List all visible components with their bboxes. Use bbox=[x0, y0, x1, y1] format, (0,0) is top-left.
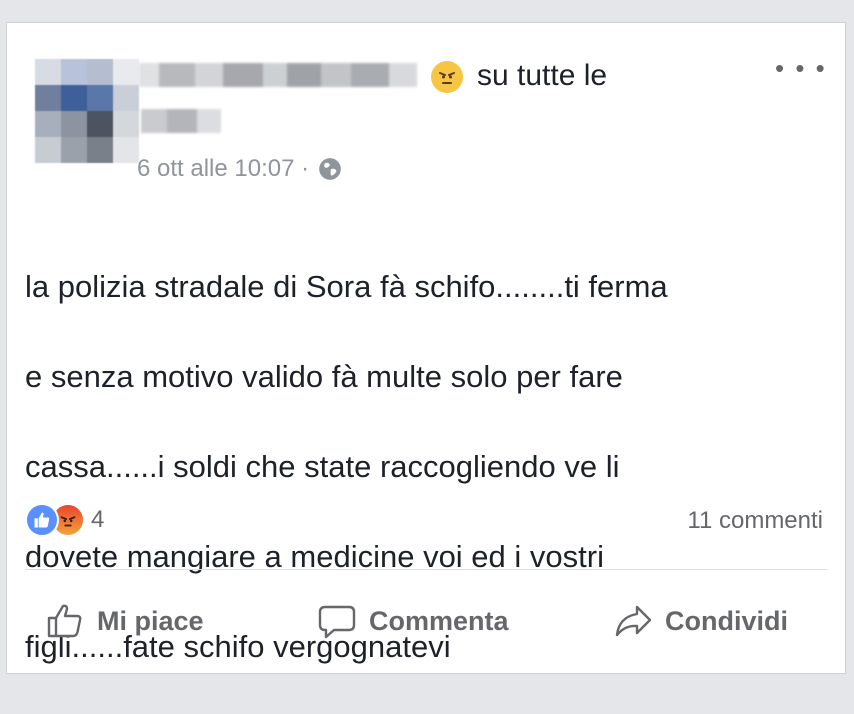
globe-icon bbox=[319, 158, 341, 180]
comment-label: Commenta bbox=[369, 605, 509, 636]
share-arrow-icon bbox=[615, 605, 652, 637]
comments-count[interactable]: 11 commenti bbox=[687, 507, 823, 535]
post-body-line: cassa......i soldi che state raccogliend… bbox=[25, 449, 620, 484]
feeling-text: su tutte le bbox=[477, 59, 608, 92]
comment-button[interactable]: Commenta bbox=[317, 601, 509, 641]
angry-feeling-icon bbox=[431, 61, 463, 93]
author-name-blurred[interactable] bbox=[139, 63, 417, 87]
post-body-line: la polizia stradale di Sora fà schifo...… bbox=[25, 269, 668, 304]
share-label: Condividi bbox=[665, 605, 788, 636]
post-meta: 6 ott alle 10:07 · bbox=[137, 155, 343, 183]
post-body-line: dovete mangiare a medicine voi ed i vost… bbox=[25, 539, 604, 574]
more-options-icon[interactable]: • • • bbox=[775, 53, 827, 84]
action-bar: Mi piace Commenta Condividi bbox=[7, 601, 845, 651]
post-body-line: e senza motivo valido fà multe solo per … bbox=[25, 359, 623, 394]
timestamp[interactable]: 6 ott alle 10:07 · bbox=[137, 155, 309, 183]
post-card: su tutte le • • • 6 ott alle 10:07 · la … bbox=[6, 22, 846, 674]
thumbs-up-icon bbox=[47, 604, 82, 638]
like-label: Mi piace bbox=[97, 605, 204, 636]
like-reaction-icon bbox=[25, 503, 59, 537]
reaction-count: 4 bbox=[91, 506, 105, 533]
comment-bubble-icon bbox=[318, 605, 356, 639]
author-name-blurred-line2[interactable] bbox=[141, 109, 221, 133]
reactions-summary[interactable]: 4 bbox=[25, 503, 104, 537]
share-button[interactable]: Condividi bbox=[613, 601, 788, 641]
divider bbox=[25, 569, 827, 570]
avatar[interactable] bbox=[35, 59, 139, 163]
like-button[interactable]: Mi piace bbox=[45, 601, 204, 641]
